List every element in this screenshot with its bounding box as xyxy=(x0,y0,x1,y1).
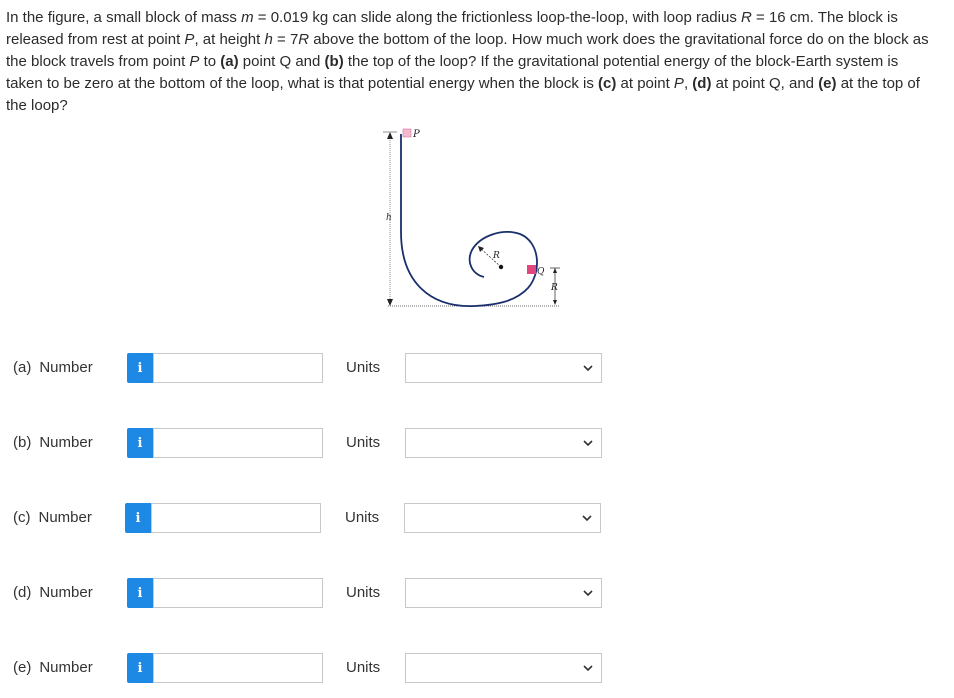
part-label-b: (b) Number xyxy=(13,434,93,451)
block-p xyxy=(402,128,412,138)
loop-the-loop-figure: h P R Q R xyxy=(383,128,560,307)
number-input-b[interactable] xyxy=(153,428,323,458)
units-label-b: Units xyxy=(346,434,381,451)
answer-row-c: (c) Number i Units xyxy=(0,501,954,535)
units-select-a[interactable] xyxy=(405,353,602,383)
info-icon[interactable]: i xyxy=(127,353,153,383)
point-p-label: P xyxy=(412,129,420,140)
number-input-c[interactable] xyxy=(151,503,321,533)
units-label-d: Units xyxy=(346,584,381,601)
side-r-label: R xyxy=(550,283,558,293)
units-select-d[interactable] xyxy=(405,578,602,608)
chevron-down-icon xyxy=(583,365,593,372)
loop-track xyxy=(400,134,538,307)
units-label-e: Units xyxy=(346,659,381,676)
h-arrow-bottom xyxy=(387,299,393,306)
point-q-label: Q xyxy=(537,267,545,277)
answer-row-d: (d) Number i Units xyxy=(0,576,954,610)
chevron-down-icon xyxy=(583,665,593,672)
part-label-a: (a) Number xyxy=(13,359,93,376)
block-q xyxy=(527,265,536,274)
info-icon[interactable]: i xyxy=(127,578,153,608)
number-input-a[interactable] xyxy=(153,353,323,383)
loop-r-label: R xyxy=(492,251,500,261)
info-icon[interactable]: i xyxy=(127,428,153,458)
part-label-c: (c) Number xyxy=(13,509,92,526)
units-label-a: Units xyxy=(346,359,381,376)
question-text: In the figure, a small block of mass m =… xyxy=(6,9,929,114)
number-input-e[interactable] xyxy=(153,653,323,683)
number-input-d[interactable] xyxy=(153,578,323,608)
units-select-c[interactable] xyxy=(404,503,601,533)
units-select-e[interactable] xyxy=(405,653,602,683)
answer-row-e: (e) Number i Units xyxy=(0,651,954,685)
h-label: h xyxy=(386,213,392,223)
answer-row-a: (a) Number i Units xyxy=(0,351,954,385)
units-label-c: Units xyxy=(345,509,380,526)
info-icon[interactable]: i xyxy=(127,653,153,683)
info-icon[interactable]: i xyxy=(125,503,151,533)
answer-row-b: (b) Number i Units xyxy=(0,426,954,460)
part-label-e: (e) Number xyxy=(13,659,93,676)
chevron-down-icon xyxy=(583,440,593,447)
chevron-down-icon xyxy=(583,590,593,597)
chevron-down-icon xyxy=(582,515,592,522)
part-label-d: (d) Number xyxy=(13,584,93,601)
h-arrow-top xyxy=(387,132,393,139)
units-select-b[interactable] xyxy=(405,428,602,458)
